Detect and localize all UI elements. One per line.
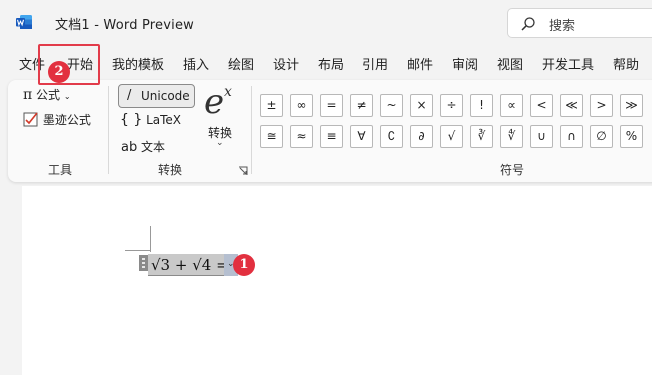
symbol-factorial[interactable]: !	[470, 94, 493, 117]
braces-icon: { }	[120, 112, 143, 128]
convert-group-label: 转换	[158, 163, 183, 177]
symbol-square-root[interactable]: √	[440, 125, 463, 148]
ink-equation-icon	[23, 112, 38, 127]
symbol-fourth-root[interactable]: ∜	[500, 125, 523, 148]
menu-developer[interactable]: 开发工具	[542, 54, 594, 73]
symbol-less-than[interactable]: <	[530, 94, 553, 117]
pi-icon: π	[23, 87, 33, 103]
step-badge-1: 1	[233, 254, 255, 276]
menu-review[interactable]: 审阅	[452, 54, 478, 73]
menu-draw[interactable]: 绘图	[228, 54, 254, 73]
menu-insert[interactable]: 插入	[183, 54, 209, 73]
equation-handle[interactable]	[139, 255, 148, 271]
symbol-greater-than[interactable]: >	[590, 94, 613, 117]
symbol-not-equal[interactable]: ≠	[350, 94, 373, 117]
word-app-icon	[16, 15, 32, 29]
step-badge-2: 2	[48, 61, 70, 83]
window-title: 文档1 - Word Preview	[55, 18, 194, 33]
tools-group-label: 工具	[48, 163, 73, 177]
symbol-equals[interactable]: =	[320, 94, 343, 117]
symbols-group-label: 符号	[500, 163, 525, 177]
symbol-partial[interactable]: ∂	[410, 125, 433, 148]
latex-label: LaTeX	[146, 113, 182, 127]
symbol-empty-set[interactable]: ∅	[590, 125, 613, 148]
formula-label: 公式	[36, 88, 61, 102]
title-bar: 文档1 - Word Preview 搜索	[0, 0, 652, 44]
ab-icon: ab	[121, 140, 138, 155]
symbol-much-greater-than[interactable]: ≫	[620, 94, 643, 117]
ex-icon: e	[204, 82, 225, 122]
crop-mark	[125, 250, 150, 251]
group-divider	[108, 86, 109, 174]
text-button[interactable]: ab 文本	[121, 138, 165, 155]
symbol-divide[interactable]: ÷	[440, 94, 463, 117]
symbol-approx[interactable]: ≈	[290, 125, 313, 148]
menu-view[interactable]: 视图	[497, 54, 523, 73]
group-divider	[251, 86, 252, 174]
symbol-for-all[interactable]: ∀	[350, 125, 373, 148]
menu-my-templates[interactable]: 我的模板	[112, 54, 164, 73]
dialog-launcher-icon[interactable]	[238, 166, 248, 176]
symbol-infinity[interactable]: ∞	[290, 94, 313, 117]
symbol-percent[interactable]: %	[620, 125, 643, 148]
formula-button[interactable]: π 公式 ⌄	[23, 86, 71, 103]
menu-help[interactable]: 帮助	[613, 54, 639, 73]
ink-formula-button[interactable]: 墨迹公式	[23, 111, 91, 128]
home-tab-highlight	[38, 44, 100, 85]
symbol-gallery: ± ∞ = ≠ ~ × ÷ ! ∝ < ≪ > ≫ ≅ ≈ ≡ ∀ ∁ ∂ √ …	[256, 88, 652, 154]
search-icon	[521, 17, 535, 31]
symbol-much-less-than[interactable]: ≪	[560, 94, 583, 117]
symbol-times[interactable]: ×	[410, 94, 433, 117]
symbol-congruent[interactable]: ≅	[260, 125, 283, 148]
unicode-label: Unicode	[141, 89, 190, 103]
search-placeholder: 搜索	[549, 19, 576, 34]
chevron-down-icon: ⌄	[216, 138, 224, 148]
symbol-intersection[interactable]: ∩	[560, 125, 583, 148]
text-label: 文本	[141, 140, 166, 154]
ink-formula-label: 墨迹公式	[42, 113, 91, 127]
menu-references[interactable]: 引用	[362, 54, 388, 73]
equation-text[interactable]: √3 + √4 =	[151, 256, 229, 274]
ex-superscript-icon: x	[224, 84, 232, 100]
symbol-proportional[interactable]: ∝	[500, 94, 523, 117]
menu-mailings[interactable]: 邮件	[407, 54, 433, 73]
symbol-identical[interactable]: ≡	[320, 125, 343, 148]
search-box[interactable]: 搜索	[507, 8, 652, 38]
menu-design[interactable]: 设计	[273, 54, 299, 73]
equation-ribbon: π 公式 ⌄ 墨迹公式 工具 / Unicode { } LaTeX ab 文本…	[8, 80, 652, 182]
symbol-cube-root[interactable]: ∛	[470, 125, 493, 148]
document-page[interactable]	[22, 186, 652, 375]
symbol-complement[interactable]: ∁	[380, 125, 403, 148]
convert-button[interactable]: e x 转换 ⌄	[204, 82, 244, 152]
symbol-tilde[interactable]: ~	[380, 94, 403, 117]
slash-icon: /	[127, 88, 132, 103]
unicode-button[interactable]: / Unicode	[118, 84, 195, 108]
symbol-plus-minus[interactable]: ±	[260, 94, 283, 117]
chevron-down-icon: ⌄	[63, 92, 71, 101]
crop-mark	[150, 226, 151, 252]
latex-button[interactable]: { } LaTeX	[120, 112, 181, 128]
menu-layout[interactable]: 布局	[318, 54, 344, 73]
symbol-union[interactable]: ∪	[530, 125, 553, 148]
